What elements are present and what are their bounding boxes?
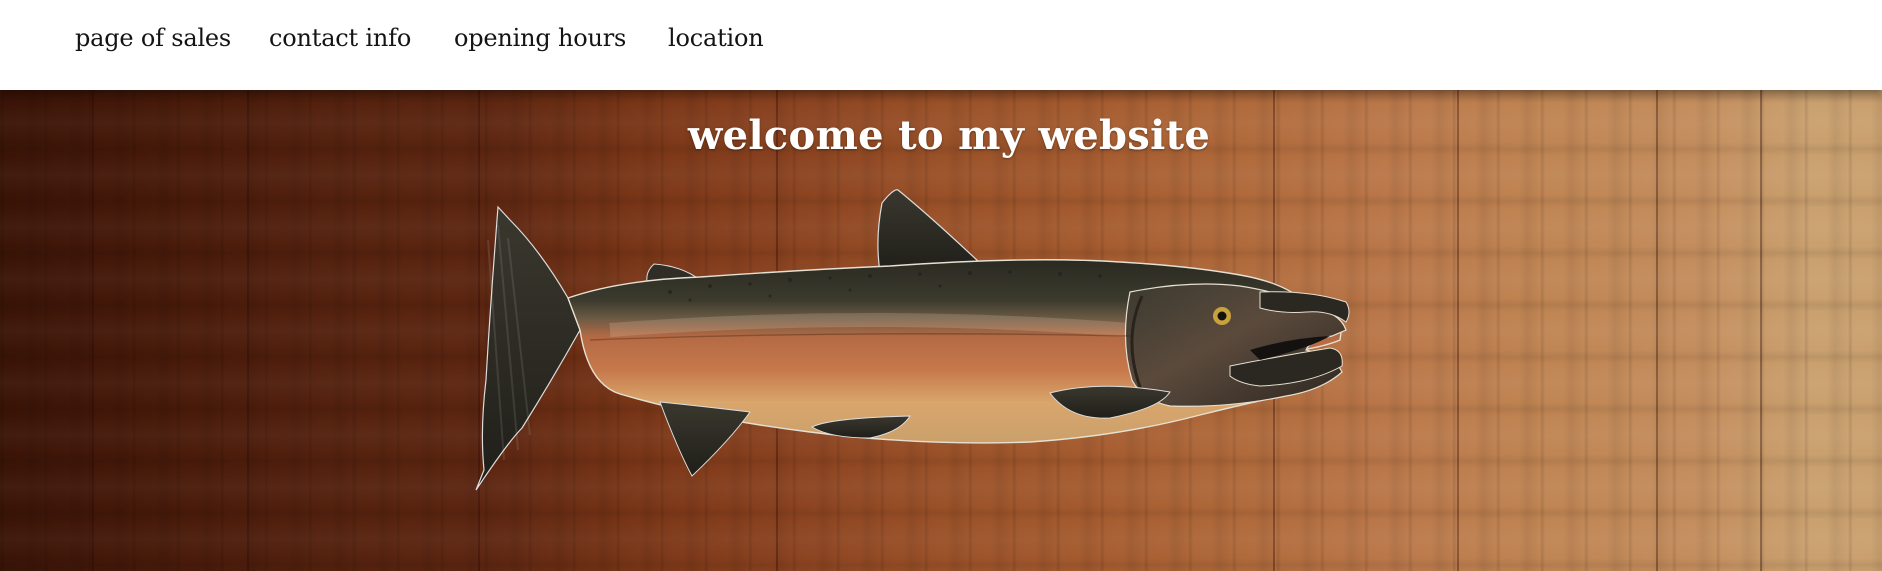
top-navigation-bar: page of sales contact info opening hours… <box>0 0 1882 90</box>
nav-link-opening-hours[interactable]: opening hours <box>454 24 626 52</box>
page-title: welcome to my website <box>687 112 1211 159</box>
nav-link-location[interactable]: location <box>668 24 764 52</box>
nav-link-contact-info[interactable]: contact info <box>269 24 411 52</box>
nav-link-page-of-sales[interactable]: page of sales <box>75 24 231 52</box>
salmon-illustration <box>475 189 1350 491</box>
salmon-image <box>470 180 1470 510</box>
